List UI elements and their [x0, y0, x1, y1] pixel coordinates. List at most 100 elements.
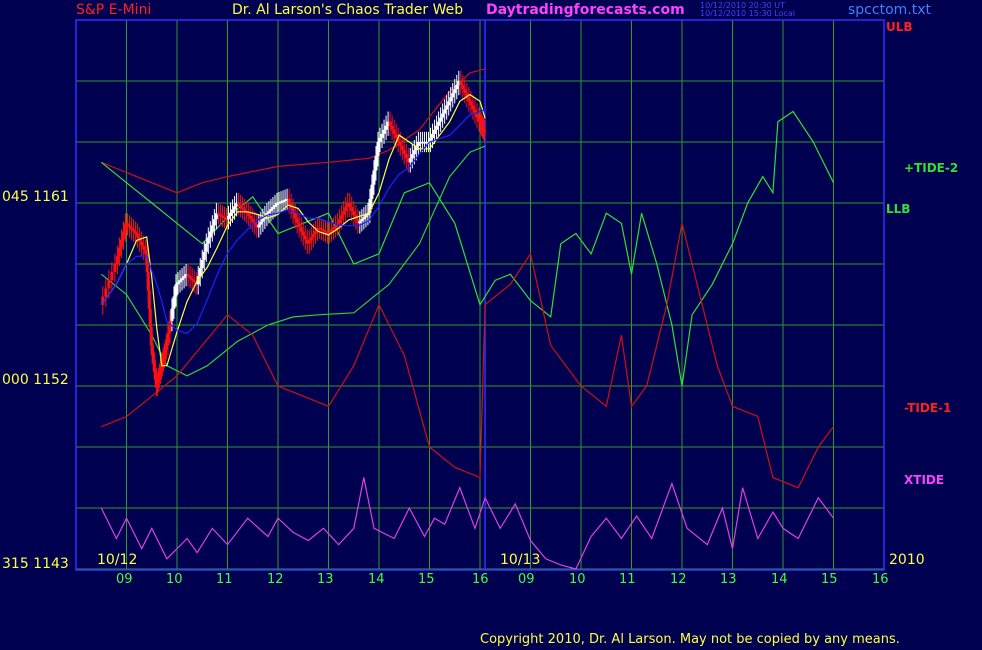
price-bars — [100, 70, 487, 397]
price-bar-body — [400, 146, 404, 151]
price-bar-body — [243, 209, 247, 212]
price-bar-body — [390, 125, 394, 130]
x-tick-label: 14 — [368, 572, 385, 587]
x-tick-label: 10 — [569, 572, 586, 587]
price-bar-body — [435, 125, 439, 130]
site-name: Daytradingforecasts.com — [486, 2, 685, 18]
tide2-label: +TIDE-2 — [904, 161, 959, 175]
y-tick-label: 000 1152 — [2, 372, 69, 388]
data-file-name: spcctom.txt — [848, 2, 931, 18]
price-bar-body — [126, 223, 130, 226]
price-bar-body — [261, 218, 265, 222]
price-bar-body — [297, 223, 301, 228]
price-bar-body — [241, 207, 245, 210]
instrument-title: S&P E-Mini — [76, 2, 152, 18]
price-bar-body — [257, 224, 261, 228]
copyright-notice: Copyright 2010, Dr. Al Larson. May not b… — [480, 632, 900, 647]
price-bar-body — [352, 211, 356, 216]
price-bar-body — [402, 150, 406, 155]
price-bar-body — [202, 251, 206, 260]
price-bar-body — [295, 218, 299, 224]
price-bar-body — [433, 129, 437, 134]
date-label-day2: 10/13 — [500, 552, 541, 568]
price-bar-body — [186, 274, 190, 277]
price-bar-body — [231, 209, 235, 213]
price-bar-body — [227, 216, 231, 220]
price-bar-body — [362, 217, 366, 220]
price-bar-body — [206, 237, 210, 244]
x-tick-label: 09 — [116, 572, 133, 587]
price-bar-body — [115, 255, 119, 264]
price-bar-body — [475, 113, 479, 118]
price-bar-body — [459, 81, 463, 86]
tide1-label: -TIDE-1 — [904, 401, 952, 415]
price-bar-body — [166, 333, 170, 346]
price-bar-body — [449, 97, 453, 102]
price-bar-body — [301, 231, 305, 236]
series-line-xtide — [100, 477, 834, 570]
price-bar-body — [192, 280, 196, 283]
price-bar-body — [251, 218, 255, 222]
x-tick-label: 14 — [771, 572, 788, 587]
price-bar-body — [443, 109, 447, 114]
price-bar-body — [330, 229, 334, 232]
price-bar-body — [104, 288, 108, 297]
price-bar-body — [172, 296, 176, 309]
price-bar-body — [380, 133, 384, 138]
price-bar-body — [384, 125, 388, 130]
price-bar-body — [358, 221, 362, 224]
price-bar-body — [471, 105, 475, 110]
price-bar-body — [348, 203, 352, 208]
price-bar-body — [388, 121, 392, 126]
price-bar-body — [392, 129, 396, 134]
x-tick-label: 13 — [720, 572, 737, 587]
price-bar-body — [404, 154, 408, 159]
year-label: 2010 — [889, 552, 925, 568]
price-bar-body — [431, 133, 435, 138]
price-bar-body — [249, 216, 253, 219]
price-bar-body — [130, 227, 134, 230]
price-bar-body — [132, 229, 136, 232]
x-tick-label: 09 — [518, 572, 535, 587]
price-bar-body — [311, 233, 315, 238]
price-bar-body — [372, 170, 376, 185]
price-bar-body — [378, 137, 382, 142]
price-bar-body — [463, 89, 467, 94]
price-bar-body — [364, 215, 368, 218]
price-bar-body — [204, 243, 208, 252]
x-tick-label: 11 — [216, 572, 233, 587]
price-bar-body — [455, 85, 459, 90]
price-bar-body — [382, 129, 386, 134]
price-bar-body — [128, 225, 132, 228]
x-tick-label: 12 — [670, 572, 687, 587]
price-bar-body — [469, 101, 473, 106]
x-tick-label: 16 — [472, 572, 489, 587]
price-bar-body — [174, 284, 178, 297]
price-bar-body — [445, 105, 449, 110]
price-bar-body — [408, 158, 412, 163]
price-bar-body — [437, 121, 441, 126]
price-bar-body — [483, 129, 487, 132]
x-tick-label: 12 — [267, 572, 284, 587]
price-bar-body — [176, 282, 180, 285]
price-bar-body — [182, 276, 186, 279]
price-bar-body — [451, 93, 455, 98]
llb-label: LLB — [886, 202, 911, 216]
price-bar-body — [239, 205, 243, 208]
date-label-day1: 10/12 — [97, 552, 138, 568]
price-bar-body — [370, 184, 374, 199]
price-bar-body — [180, 278, 184, 281]
price-bar-body — [142, 245, 146, 250]
price-bar-body — [340, 215, 344, 220]
price-bar-body — [259, 221, 263, 225]
price-bar-body — [342, 211, 346, 216]
chart-series — [100, 68, 835, 570]
price-bar-body — [121, 231, 125, 240]
price-bar-body — [267, 211, 271, 214]
price-bar-body — [299, 227, 303, 232]
price-bar-body — [233, 206, 237, 210]
xtide-label: XTIDE — [904, 473, 945, 487]
price-bar-body — [229, 212, 233, 217]
price-bar-body — [313, 230, 317, 234]
x-tick-label: 15 — [821, 572, 838, 587]
